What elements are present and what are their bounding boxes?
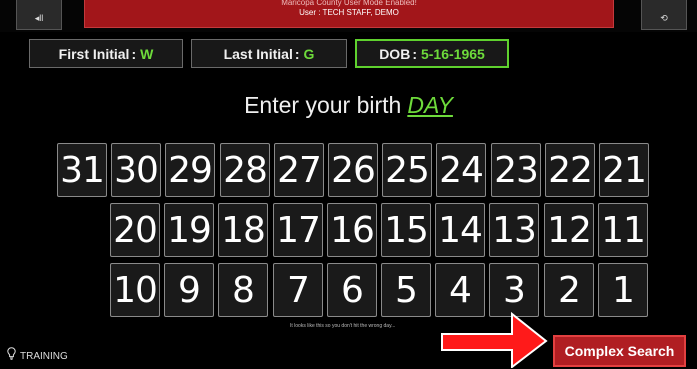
day-button-7[interactable]: 7 <box>273 263 323 317</box>
day-button-13[interactable]: 13 <box>489 203 539 257</box>
hint-text: It looks like this so you don't hit the … <box>290 323 396 329</box>
first-initial-separator: : <box>131 45 137 62</box>
last-initial-value: G <box>303 45 315 62</box>
day-button-10[interactable]: 10 <box>110 263 160 317</box>
day-button-8[interactable]: 8 <box>218 263 268 317</box>
training-indicator: TRAINING <box>7 347 68 362</box>
user-mode-banner: Maricopa County User Mode Enabled! User … <box>84 0 614 28</box>
day-button-30[interactable]: 30 <box>111 143 161 197</box>
day-button-9[interactable]: 9 <box>164 263 214 317</box>
refresh-button[interactable]: ⟲ <box>641 0 687 30</box>
training-label: TRAINING <box>20 351 68 362</box>
day-button-15[interactable]: 15 <box>381 203 431 257</box>
top-bar: ◂ll Maricopa County User Mode Enabled! U… <box>0 0 697 32</box>
day-button-14[interactable]: 14 <box>435 203 485 257</box>
day-button-29[interactable]: 29 <box>165 143 215 197</box>
day-button-21[interactable]: 21 <box>599 143 649 197</box>
day-button-4[interactable]: 4 <box>435 263 485 317</box>
dob-value: 5-16-1965 <box>420 45 485 62</box>
last-initial-chip[interactable]: Last Initial : G <box>191 39 347 68</box>
last-initial-separator: : <box>294 45 300 62</box>
volume-button[interactable]: ◂ll <box>16 0 62 30</box>
dob-chip[interactable]: DOB : 5-16-1965 <box>355 39 509 68</box>
day-button-12[interactable]: 12 <box>544 203 594 257</box>
day-button-27[interactable]: 27 <box>274 143 324 197</box>
day-button-22[interactable]: 22 <box>545 143 595 197</box>
prompt-highlight: DAY <box>407 92 453 118</box>
last-initial-label: Last Initial <box>223 45 293 62</box>
lightbulb-icon <box>7 347 16 362</box>
banner-user-text: User : TECH STAFF, DEMO <box>299 8 399 17</box>
day-button-6[interactable]: 6 <box>327 263 377 317</box>
dob-separator: : <box>412 45 417 62</box>
complex-search-button[interactable]: Complex Search <box>553 335 686 367</box>
day-button-16[interactable]: 16 <box>327 203 377 257</box>
day-button-2[interactable]: 2 <box>544 263 594 317</box>
day-button-1[interactable]: 1 <box>598 263 648 317</box>
pointer-arrow-icon <box>441 311 548 368</box>
day-button-17[interactable]: 17 <box>273 203 323 257</box>
day-button-20[interactable]: 20 <box>110 203 160 257</box>
refresh-icon: ⟲ <box>660 13 668 23</box>
day-button-25[interactable]: 25 <box>382 143 432 197</box>
day-button-19[interactable]: 19 <box>164 203 214 257</box>
prompt-text: Enter your birth <box>244 92 402 118</box>
first-initial-label: First Initial <box>58 45 130 62</box>
day-button-3[interactable]: 3 <box>489 263 539 317</box>
day-button-24[interactable]: 24 <box>436 143 486 197</box>
volume-icon: ◂ll <box>34 13 44 23</box>
day-button-28[interactable]: 28 <box>220 143 270 197</box>
day-button-11[interactable]: 11 <box>598 203 648 257</box>
banner-mode-text: Maricopa County User Mode Enabled! <box>281 0 417 7</box>
day-button-5[interactable]: 5 <box>381 263 431 317</box>
dob-label: DOB <box>379 45 411 62</box>
day-button-31[interactable]: 31 <box>57 143 107 197</box>
first-initial-value: W <box>140 45 154 62</box>
day-button-18[interactable]: 18 <box>218 203 268 257</box>
day-button-23[interactable]: 23 <box>491 143 541 197</box>
day-button-26[interactable]: 26 <box>328 143 378 197</box>
first-initial-chip[interactable]: First Initial : W <box>29 39 183 68</box>
page-title: Enter your birth DAY <box>0 92 697 119</box>
